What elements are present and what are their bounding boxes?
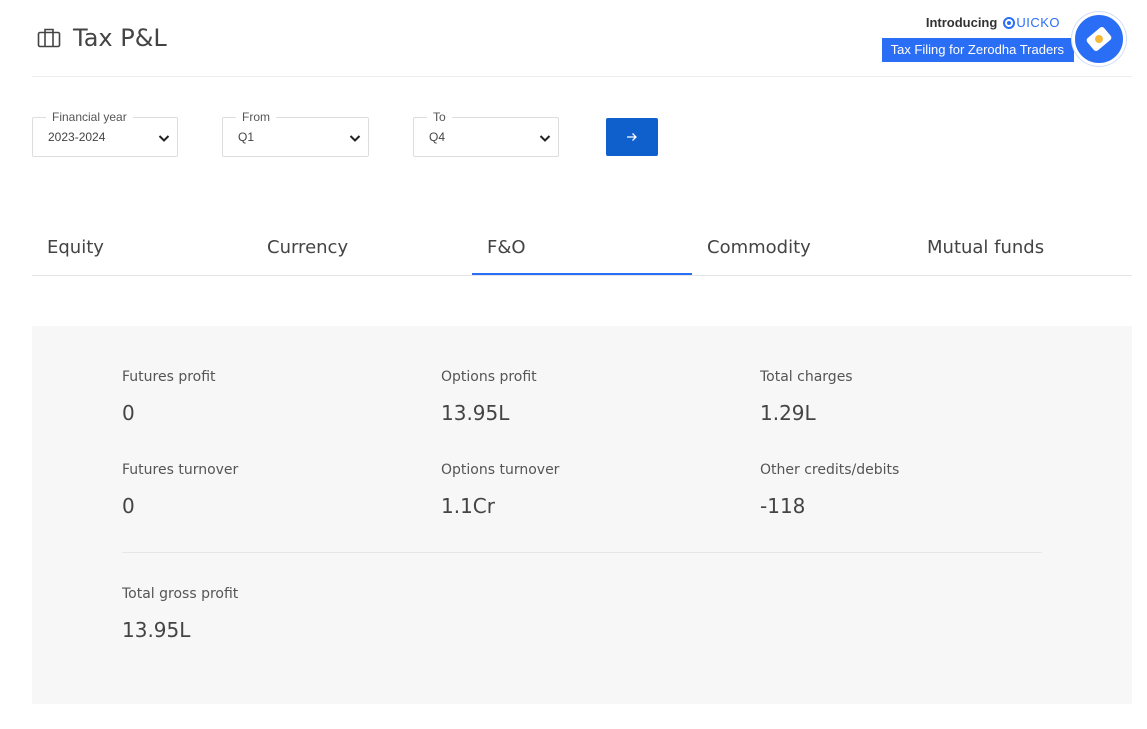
- stat-value: 0: [122, 494, 135, 518]
- chevron-down-icon: [158, 135, 170, 142]
- stat-value: 13.95L: [122, 618, 191, 642]
- briefcase-icon: [37, 28, 61, 48]
- stat-value: 1.1Cr: [441, 494, 495, 518]
- promo-intro: Introducing UICKO: [926, 15, 1060, 30]
- to-label: To: [427, 110, 452, 124]
- tab-fo[interactable]: F&O: [472, 218, 692, 275]
- divider: [122, 552, 1042, 553]
- quicko-logo-icon: [1003, 16, 1016, 29]
- tab-commodity[interactable]: Commodity: [692, 218, 912, 275]
- options-profit-stat: Options profit 13.95L: [441, 369, 741, 425]
- segment-tabs: Equity Currency F&O Commodity Mutual fun…: [32, 218, 1132, 276]
- arrow-right-icon: [627, 133, 637, 141]
- stat-value: -118: [760, 494, 806, 518]
- to-quarter-select[interactable]: To Q4: [413, 110, 559, 157]
- page-title: Tax P&L: [73, 24, 167, 52]
- financial-year-label: Financial year: [46, 110, 133, 124]
- stat-value: 13.95L: [441, 401, 510, 425]
- submit-button[interactable]: [606, 118, 658, 156]
- page-header: Tax P&L Introducing UICKO Tax Filing for…: [32, 0, 1132, 77]
- title-group: Tax P&L: [37, 24, 167, 52]
- fo-summary-panel: Futures profit 0 Options profit 13.95L T…: [32, 326, 1132, 704]
- tab-equity[interactable]: Equity: [32, 218, 252, 275]
- stat-label: Other credits/debits: [760, 462, 900, 478]
- ticket-icon: [1085, 25, 1113, 53]
- financial-year-value: 2023-2024: [48, 130, 106, 144]
- total-gross-profit-stat: Total gross profit 13.95L: [122, 586, 422, 642]
- futures-profit-stat: Futures profit 0: [122, 369, 422, 425]
- from-label: From: [236, 110, 276, 124]
- stat-label: Options profit: [441, 369, 537, 385]
- futures-turnover-stat: Futures turnover 0: [122, 462, 422, 518]
- stat-value: 1.29L: [760, 401, 816, 425]
- chevron-down-icon: [539, 135, 551, 142]
- promo-tagline[interactable]: Tax Filing for Zerodha Traders: [881, 38, 1074, 62]
- tab-mutual-funds[interactable]: Mutual funds: [912, 218, 1132, 275]
- stat-value: 0: [122, 401, 135, 425]
- stat-label: Total gross profit: [122, 586, 239, 602]
- promo-intro-text: Introducing: [925, 15, 998, 30]
- chevron-down-icon: [349, 135, 361, 142]
- quicko-badge-icon[interactable]: [1072, 12, 1126, 66]
- stat-label: Futures profit: [122, 369, 216, 385]
- from-quarter-select[interactable]: From Q1: [222, 110, 369, 157]
- from-value: Q1: [238, 130, 255, 144]
- other-credits-debits-stat: Other credits/debits -118: [760, 462, 1060, 518]
- stat-label: Futures turnover: [122, 462, 239, 478]
- options-turnover-stat: Options turnover 1.1Cr: [441, 462, 741, 518]
- quicko-promo-banner[interactable]: Introducing UICKO Tax Filing for Zerodha…: [866, 8, 1126, 66]
- to-value: Q4: [429, 130, 446, 144]
- promo-brand: UICKO: [1016, 15, 1060, 30]
- stat-label: Options turnover: [441, 462, 560, 478]
- financial-year-select[interactable]: Financial year 2023-2024: [32, 110, 178, 157]
- tab-currency[interactable]: Currency: [252, 218, 472, 275]
- total-charges-stat: Total charges 1.29L: [760, 369, 1060, 425]
- stat-label: Total charges: [760, 369, 853, 385]
